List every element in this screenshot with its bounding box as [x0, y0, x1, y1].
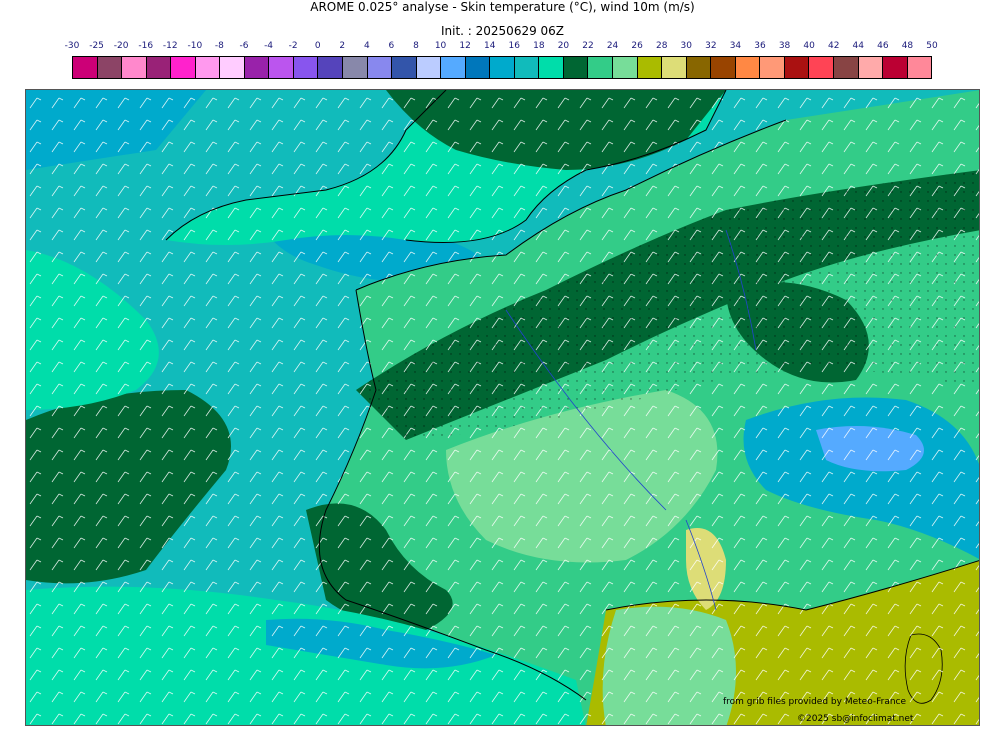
colorbar-swatch: [686, 57, 712, 78]
colorbar-swatch: [441, 57, 466, 78]
colorbar-swatch: [293, 57, 319, 78]
colorbar-swatch: [858, 57, 884, 78]
colorbar-swatch: [613, 57, 638, 78]
colorbar-swatch: [588, 57, 614, 78]
colorbar-swatch: [465, 57, 491, 78]
colorbar-swatch: [809, 57, 834, 78]
colorbar-swatch: [122, 57, 147, 78]
colorbar-swatch: [514, 57, 540, 78]
temperature-map[interactable]: [25, 89, 980, 726]
colorbar-swatch: [416, 57, 442, 78]
colorbar-swatch: [343, 57, 368, 78]
colorbar-swatch: [662, 57, 687, 78]
colorbar-tick-labels: -30 -25 -20 -16 -12 -10 -8 -6 -4 -2 0 2 4 6 8 10 12 14 16 1…: [60, 41, 945, 53]
colorbar-tick-label: 50: [926, 41, 938, 51]
copyright-credit: ©2025 sb@infoclimat.net: [797, 714, 914, 724]
colorbar-swatch: [220, 57, 245, 78]
colorbar-swatch: [318, 57, 344, 78]
colorbar-swatch: [171, 57, 196, 78]
colorbar-swatch: [563, 57, 589, 78]
colorbar-swatch: [637, 57, 663, 78]
colorbar-swatch: [269, 57, 294, 78]
colorbar-swatch: [146, 57, 172, 78]
colorbar-swatch: [833, 57, 859, 78]
colorbar: [72, 56, 932, 79]
colorbar-swatch: [760, 57, 785, 78]
colorbar-swatch: [784, 57, 810, 78]
colorbar-swatch: [711, 57, 736, 78]
colorbar-swatch: [490, 57, 515, 78]
init-time: Init. : 20250629 06Z: [440, 24, 565, 38]
colorbar-swatch: [735, 57, 761, 78]
colorbar-swatch: [907, 57, 932, 78]
chart-title: AROME 0.025° analyse - Skin temperature …: [310, 0, 695, 14]
colorbar-swatch: [97, 57, 123, 78]
colorbar-swatch: [392, 57, 417, 78]
colorbar-swatch: [367, 57, 393, 78]
colorbar-swatch: [244, 57, 270, 78]
colorbar-swatch: [883, 57, 908, 78]
colorbar-swatch: [539, 57, 564, 78]
map-canvas: [26, 90, 979, 725]
colorbar-swatch: [73, 57, 98, 78]
data-source-credit: from grib files provided by Meteo-France: [723, 697, 907, 707]
colorbar-swatch: [195, 57, 221, 78]
